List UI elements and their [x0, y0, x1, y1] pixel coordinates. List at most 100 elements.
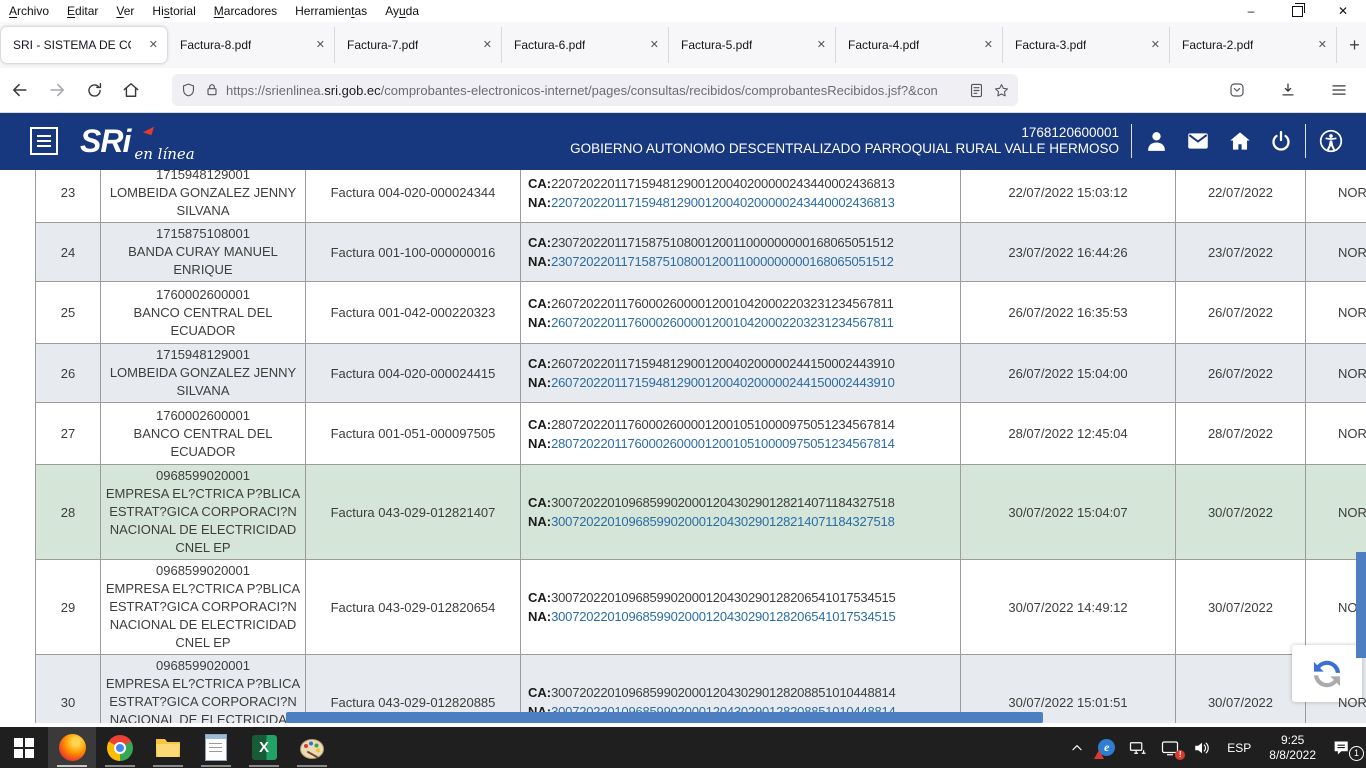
alert-badge: !	[1175, 750, 1185, 760]
user-profile-button[interactable]	[1144, 129, 1169, 154]
back-arrow-icon	[10, 80, 30, 100]
document-number: Factura 043-029-012821407	[306, 465, 521, 560]
taskbar-file-explorer[interactable]	[144, 727, 192, 768]
menubar-item[interactable]: Historial	[143, 2, 204, 20]
browser-tab[interactable]: Factura-7.pdf ✕	[335, 27, 502, 63]
authorization-keys-cell: CA:2807202201176000260000120010510000975…	[521, 403, 961, 465]
tab-close-icon[interactable]: ✕	[650, 37, 659, 53]
emission-type-cell: NORMAL	[1306, 344, 1366, 403]
window-close-button[interactable]: ✕	[1320, 0, 1366, 22]
menubar-item[interactable]: Archivo	[0, 2, 58, 20]
invoice-row[interactable]: 28 0968599020001 EMPRESA EL?CTRICA P?BLI…	[36, 465, 1366, 560]
reload-button[interactable]	[77, 73, 111, 107]
recaptcha-badge[interactable]	[1292, 645, 1362, 702]
tray-antivirus[interactable]: e	[1091, 727, 1122, 768]
home-button[interactable]	[114, 73, 148, 107]
tray-network[interactable]	[1122, 727, 1154, 768]
lock-icon[interactable]	[204, 82, 220, 98]
tab-close-icon[interactable]: ✕	[316, 37, 325, 53]
url-text[interactable]: https://srienlinea.sri.gob.ec/comprobant…	[226, 83, 960, 98]
tab-title: Factura-5.pdf	[669, 38, 752, 52]
vertical-scrollbar-thumb[interactable]	[1356, 552, 1366, 658]
reader-mode-icon[interactable]	[968, 82, 985, 99]
issuer-name: EMPRESA EL?CTRICA P?BLICA ESTRAT?GICA CO…	[105, 675, 301, 723]
accessibility-button[interactable]	[1318, 128, 1344, 154]
menubar-item[interactable]: Editar	[58, 2, 107, 20]
window-minimize-button[interactable]: –	[1228, 0, 1274, 22]
tab-close-icon[interactable]: ✕	[817, 37, 826, 53]
menubar-item[interactable]: Ver	[107, 2, 143, 20]
row-number: 29	[36, 560, 101, 655]
authorization-number-link[interactable]: 2607202201176000260000120010420002203231…	[551, 315, 894, 330]
browser-tab[interactable]: Factura-3.pdf ✕	[1003, 27, 1170, 63]
browser-tab[interactable]: SRI - SISTEMA DE COMP ✕	[1, 27, 167, 63]
document-number: Factura 004-020-000024344	[306, 163, 521, 223]
invoice-row[interactable]: 24 1715875108001 BANDA CURAY MANUEL ENRI…	[36, 223, 1366, 282]
home-portal-button[interactable]	[1227, 128, 1253, 154]
sri-logo: SRien línea	[80, 123, 195, 160]
menubar-item[interactable]: Herramientas	[286, 2, 376, 20]
tray-display-alert[interactable]: !	[1154, 727, 1186, 768]
authorization-number-link[interactable]: 2807202201176000260000120010510000975051…	[551, 436, 895, 451]
taskbar-notepad[interactable]	[192, 727, 240, 768]
logout-button[interactable]	[1269, 129, 1293, 153]
invoice-row[interactable]: 23 1715948129001 LOMBEIDA GONZALEZ JENNY…	[36, 163, 1366, 223]
window-controls: – ✕	[1228, 0, 1366, 22]
back-button[interactable]	[3, 73, 37, 107]
action-center-button[interactable]: 1	[1325, 727, 1366, 768]
pocket-button[interactable]	[1220, 73, 1254, 107]
start-button[interactable]	[0, 727, 48, 768]
browser-tab[interactable]: Factura-6.pdf ✕	[502, 27, 669, 63]
bookmark-star-icon[interactable]	[993, 82, 1010, 99]
browser-tab[interactable]: Factura-2.pdf ✕	[1170, 27, 1337, 63]
browser-tab[interactable]: Factura-4.pdf ✕	[836, 27, 1003, 63]
messages-button[interactable]	[1185, 128, 1211, 154]
tray-volume[interactable]	[1186, 727, 1218, 768]
language-indicator[interactable]: ESP	[1218, 727, 1260, 768]
horizontal-scrollbar-thumb[interactable]	[286, 712, 1043, 723]
tab-close-icon[interactable]: ✕	[1318, 37, 1327, 53]
tracking-shield-icon[interactable]	[180, 82, 197, 99]
sri-sidebar-toggle[interactable]	[30, 127, 58, 155]
authorization-number-link[interactable]: 3007202201096859902000120430290128214071…	[551, 514, 895, 529]
notification-count-badge: 1	[1349, 746, 1364, 761]
issuer-name: LOMBEIDA GONZALEZ JENNY SILVANA	[105, 184, 301, 220]
emission-type: NORMAL	[1338, 695, 1366, 710]
authorization-datetime: 26/07/2022 15:04:00	[961, 344, 1176, 403]
issuer-ruc: 0968599020001	[105, 657, 301, 675]
forward-button[interactable]	[40, 73, 74, 107]
issue-date: 30/07/2022	[1176, 465, 1306, 560]
pocket-icon	[1228, 81, 1246, 99]
taskbar-clock[interactable]: 9:258/8/2022	[1260, 727, 1325, 768]
sri-logo-accent	[143, 123, 154, 134]
taskbar-firefox[interactable]	[48, 727, 96, 768]
authorization-keys-cell: CA:2307202201171587510800120011000000000…	[521, 223, 961, 282]
tab-close-icon[interactable]: ✕	[149, 37, 158, 53]
taskbar-chrome[interactable]	[96, 727, 144, 768]
authorization-number-link[interactable]: 2307202201171587510800120011000000000168…	[551, 254, 894, 269]
authorization-number-link[interactable]: 3007202201096859902000120430290128206541…	[551, 609, 895, 624]
tab-close-icon[interactable]: ✕	[483, 37, 492, 53]
tab-close-icon[interactable]: ✕	[984, 37, 993, 53]
window-restore-button[interactable]	[1274, 0, 1320, 22]
invoice-row[interactable]: 25 1760002600001 BANCO CENTRAL DEL ECUAD…	[36, 282, 1366, 344]
network-icon	[1129, 740, 1147, 756]
taskbar-paint[interactable]	[288, 727, 336, 768]
taskbar-excel[interactable]: X	[240, 727, 288, 768]
browser-tab[interactable]: Factura-5.pdf ✕	[669, 27, 836, 63]
new-tab-button[interactable]: +	[1343, 30, 1366, 60]
menubar-item[interactable]: Marcadores	[205, 2, 286, 20]
menubar-item[interactable]: Ayuda	[376, 2, 428, 20]
invoice-row[interactable]: 27 1760002600001 BANCO CENTRAL DEL ECUAD…	[36, 403, 1366, 465]
address-bar[interactable]: https://srienlinea.sri.gob.ec/comprobant…	[172, 74, 1018, 106]
tray-expand-button[interactable]	[1063, 727, 1091, 768]
emission-type-cell: NORMAL	[1306, 282, 1366, 344]
tab-close-icon[interactable]: ✕	[1151, 37, 1160, 53]
browser-tab[interactable]: Factura-8.pdf ✕	[168, 27, 335, 63]
authorization-number-link[interactable]: 2607202201171594812900120040200000244150…	[551, 375, 895, 390]
authorization-number-link[interactable]: 2207202201171594812900120040200000243440…	[551, 195, 895, 210]
invoice-row[interactable]: 29 0968599020001 EMPRESA EL?CTRICA P?BLI…	[36, 560, 1366, 655]
invoice-row[interactable]: 26 1715948129001 LOMBEIDA GONZALEZ JENNY…	[36, 344, 1366, 403]
app-menu-button[interactable]	[1322, 73, 1356, 107]
downloads-button[interactable]	[1271, 73, 1305, 107]
